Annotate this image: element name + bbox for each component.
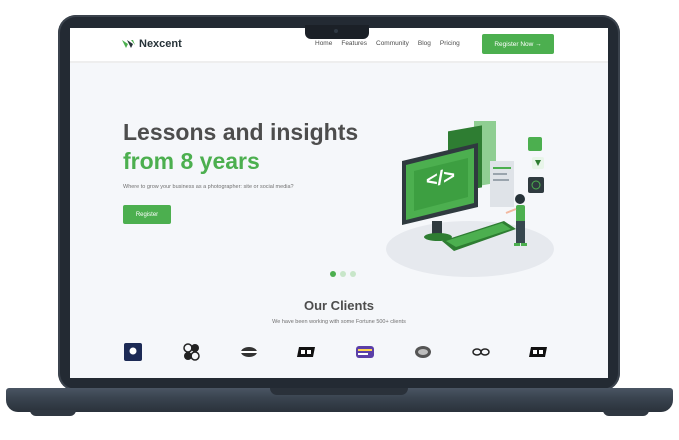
developer-illustration: </> (386, 121, 554, 277)
clients-subtitle: We have been working with some Fortune 5… (272, 319, 406, 325)
nav-link-features[interactable]: Features (341, 40, 367, 47)
carousel-indicator (330, 271, 356, 277)
register-button[interactable]: Register (123, 205, 171, 224)
client-logo-8-icon (529, 347, 547, 357)
nav-link-blog[interactable]: Blog (418, 40, 431, 47)
client-logo-5-icon (356, 346, 374, 358)
hero-title-line2: from 8 years (123, 148, 260, 174)
register-now-button[interactable]: Register Now → (482, 34, 554, 54)
laptop-foot-right (603, 410, 649, 416)
hero-title-line1: Lessons and insights (123, 119, 359, 145)
laptop-screen: Nexcent Home Features Community Blog Pri… (70, 28, 608, 378)
clients-title: Our Clients (303, 298, 375, 313)
nav-menu: Home Features Community Blog Pricing (315, 40, 469, 47)
nav-link-community[interactable]: Community (376, 40, 409, 47)
carousel-dot-2[interactable] (340, 271, 346, 277)
brand-name: Nexcent (139, 38, 182, 50)
hero-section: Lessons and insights from 8 years Where … (70, 63, 608, 378)
laptop-foot-left (30, 410, 76, 416)
hero-subtitle: Where to grow your business as a photogr… (123, 184, 294, 190)
laptop-hinge (270, 388, 408, 395)
client-logo-6-icon (415, 346, 431, 358)
nav-link-pricing[interactable]: Pricing (440, 40, 460, 47)
brand-logo[interactable]: Nexcent (122, 38, 182, 50)
client-logo-1-icon (124, 343, 142, 361)
nav-link-home[interactable]: Home (315, 40, 332, 47)
client-logo-2-icon (183, 343, 200, 361)
client-logo-7-icon (472, 348, 490, 356)
nexcent-logo-icon (122, 40, 135, 48)
client-logo-3-icon (241, 347, 257, 357)
client-logos-row (123, 343, 553, 361)
client-logo-4-icon (297, 347, 315, 357)
carousel-dot-3[interactable] (350, 271, 356, 277)
carousel-dot-1[interactable] (330, 271, 336, 277)
camera-icon (334, 29, 338, 33)
